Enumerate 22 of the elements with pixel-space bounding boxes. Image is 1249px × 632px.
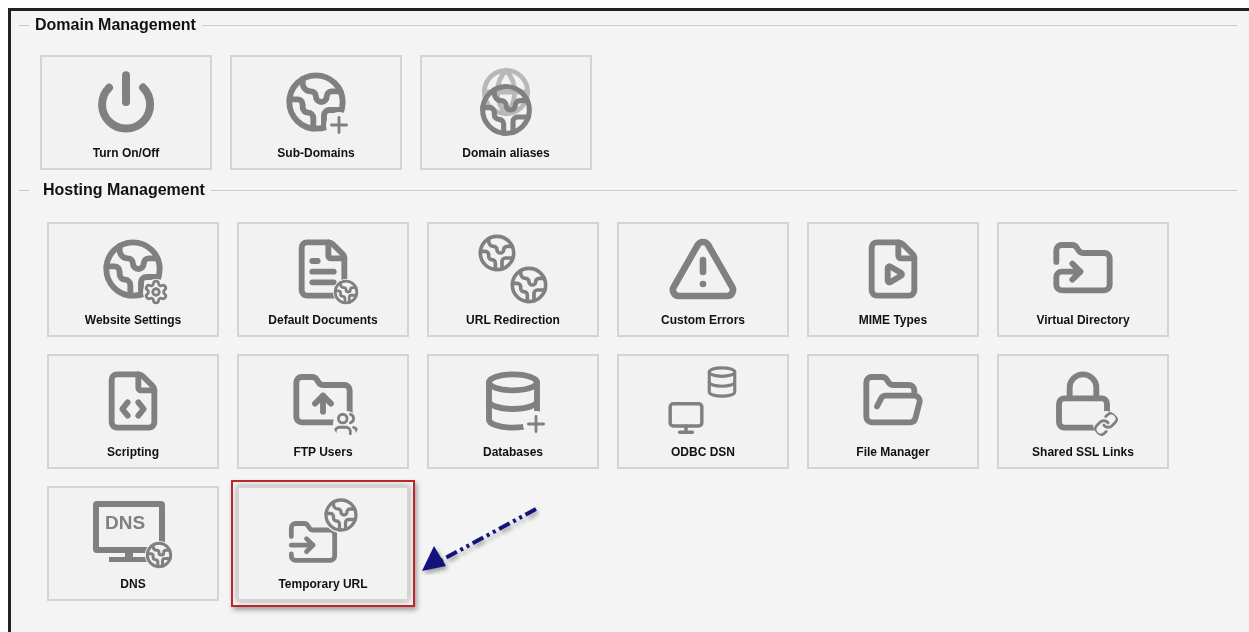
monitor-database-icon [667,365,739,437]
tool-tile[interactable]: Databases [427,354,599,469]
tool-tile[interactable]: Virtual Directory [997,222,1169,337]
tool-tile[interactable]: Sub-Domains [230,55,402,170]
tool-tile[interactable]: ODBC DSN [617,354,789,469]
tool-tile[interactable]: Custom Errors [617,222,789,337]
tool-tile[interactable]: MIME Types [807,222,979,337]
tool-tile[interactable]: Turn On/Off [40,55,212,170]
tool-tile[interactable]: Default Documents [237,222,409,337]
tool-tile[interactable]: Scripting [47,354,219,469]
tool-tile[interactable]: Website Settings [47,222,219,337]
tool-tile[interactable]: FTP Users [237,354,409,469]
section-title: Domain Management [35,15,196,35]
icon-label: DNS [105,513,146,532]
globe-icon [145,541,173,569]
section-title: Hosting Management [43,180,205,200]
tool-tile[interactable]: Domain aliases [420,55,592,170]
tool-tile[interactable]: Temporary URL [237,486,409,601]
tool-tile[interactable]: File Manager [807,354,979,469]
tool-tile[interactable]: URL Redirection [427,222,599,337]
tool-tile[interactable]: Shared SSL Links [997,354,1169,469]
tool-tile[interactable]: DNS DNS [47,486,219,601]
